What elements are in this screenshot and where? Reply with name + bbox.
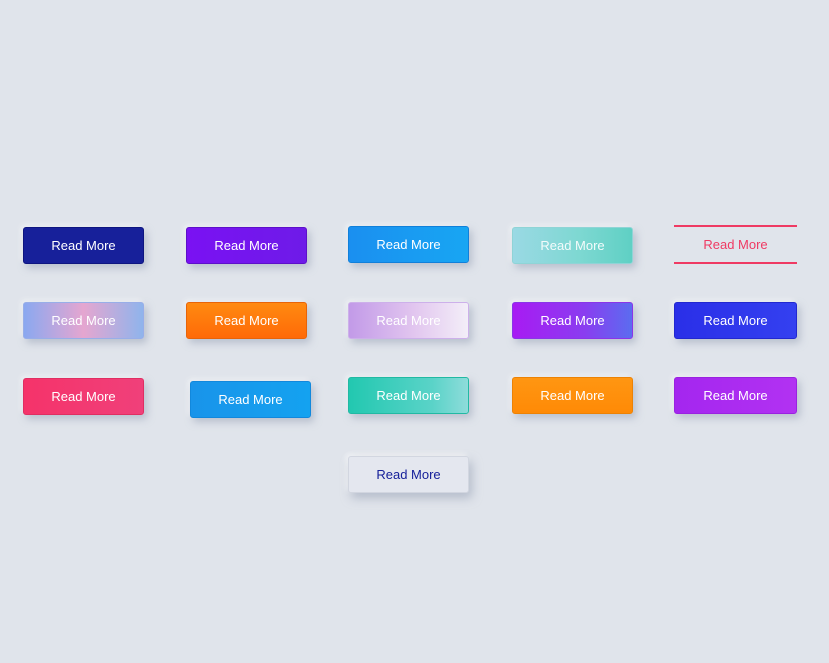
- read-more-button-royal-blue[interactable]: Read More: [674, 302, 797, 339]
- button-label: Read More: [376, 237, 441, 252]
- button-label: Read More: [703, 313, 768, 328]
- read-more-button-amber[interactable]: Read More: [512, 377, 633, 414]
- button-label: Read More: [540, 313, 605, 328]
- button-label: Read More: [376, 467, 441, 482]
- read-more-button-neumorphic[interactable]: Read More: [348, 456, 469, 493]
- read-more-button-magenta[interactable]: Read More: [674, 377, 797, 414]
- page: { "buttons": [ {"label": "Read More", "s…: [0, 0, 829, 663]
- read-more-button-pink[interactable]: Read More: [23, 378, 144, 415]
- read-more-button-azure[interactable]: Read More: [348, 226, 469, 263]
- read-more-button-violet[interactable]: Read More: [186, 227, 307, 264]
- read-more-button-lilac[interactable]: Read More: [348, 302, 469, 339]
- button-label: Read More: [376, 388, 441, 403]
- button-label: Read More: [51, 389, 116, 404]
- button-label: Read More: [214, 313, 279, 328]
- read-more-button-purple-blue[interactable]: Read More: [512, 302, 633, 339]
- read-more-button-orange[interactable]: Read More: [186, 302, 307, 339]
- button-label: Read More: [214, 238, 279, 253]
- button-label: Read More: [703, 388, 768, 403]
- read-more-button-sky-blue[interactable]: Read More: [190, 381, 311, 418]
- read-more-button-outline-pink[interactable]: Read More: [674, 225, 797, 264]
- button-label: Read More: [51, 238, 116, 253]
- button-label: Read More: [540, 238, 605, 253]
- read-more-button-mint[interactable]: Read More: [512, 227, 633, 264]
- button-label: Read More: [218, 392, 283, 407]
- button-label: Read More: [540, 388, 605, 403]
- read-more-button-navy[interactable]: Read More: [23, 227, 144, 264]
- read-more-button-teal[interactable]: Read More: [348, 377, 469, 414]
- button-label: Read More: [51, 313, 116, 328]
- read-more-button-pastel[interactable]: Read More: [23, 302, 144, 339]
- button-label: Read More: [703, 237, 768, 252]
- button-label: Read More: [376, 313, 441, 328]
